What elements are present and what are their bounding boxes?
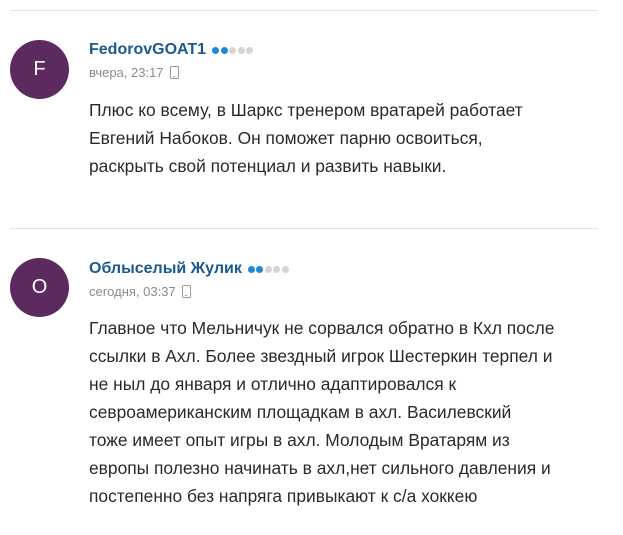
author-name[interactable]: FedorovGOAT1 xyxy=(89,41,206,59)
comment-text-line: раскрыть свой потенциал и развить навыки… xyxy=(89,156,447,176)
comment-text-line: тоже имеет опыт игры в ахл. Молодым Врат… xyxy=(89,430,510,450)
rating-dot xyxy=(246,46,254,54)
comment-text: Плюс ко всему, в Шаркс тренером вратарей… xyxy=(89,96,604,180)
comment-header: FedorovGOAT1 xyxy=(89,41,255,59)
avatar[interactable]: F xyxy=(10,40,69,99)
comment-meta: сегодня, 03:37 xyxy=(89,284,191,299)
comment-text: Главное что Мельничук не сорвался обратн… xyxy=(89,314,604,510)
avatar[interactable]: О xyxy=(10,258,69,317)
comment-text-line: Евгений Набоков. Он поможет парню освоит… xyxy=(89,128,483,148)
avatar-letter: О xyxy=(31,276,48,298)
mobile-phone-icon xyxy=(181,285,191,298)
rating-dot xyxy=(212,46,220,54)
comments-list: F FedorovGOAT1 вчера, 23:17 Плюс ко всем… xyxy=(0,0,623,535)
divider xyxy=(10,10,598,11)
rating-dot xyxy=(220,46,228,54)
rating-dot xyxy=(237,46,245,54)
rating-dot xyxy=(256,265,264,273)
rating-dot xyxy=(264,265,272,273)
comment-text-line: Главное что Мельничук не сорвался обратн… xyxy=(89,318,555,338)
rating-dot xyxy=(247,265,255,273)
author-name[interactable]: Облыселый Жулик xyxy=(89,260,242,278)
user-rating-dots xyxy=(247,265,291,273)
comment-text-line: ссылки в Ахл. Более звездный игрок Шесте… xyxy=(89,346,553,366)
avatar-letter: F xyxy=(33,58,46,80)
comment-meta: вчера, 23:17 xyxy=(89,65,179,80)
comment-text-line: европы полезно начинать в ахл,нет сильно… xyxy=(89,458,551,478)
rating-dot xyxy=(281,265,289,273)
rating-dot xyxy=(229,46,237,54)
comment-timestamp: сегодня, 03:37 xyxy=(89,284,176,299)
comment-text-line: не ныл до января и отлично адаптировался… xyxy=(89,374,457,394)
divider xyxy=(10,228,598,229)
mobile-phone-icon xyxy=(169,66,179,79)
comment-text-line: Плюс ко всему, в Шаркс тренером вратарей… xyxy=(89,100,523,120)
comment-header: Облыселый Жулик xyxy=(89,260,290,278)
comment-timestamp: вчера, 23:17 xyxy=(89,65,164,80)
rating-dot xyxy=(273,265,281,273)
user-rating-dots xyxy=(212,46,255,54)
comment-text-line: севроамериканским площадкам в ахл. Васил… xyxy=(89,402,512,422)
comment-text-line: постепенно без напряга привыкают к с/а х… xyxy=(89,486,478,506)
